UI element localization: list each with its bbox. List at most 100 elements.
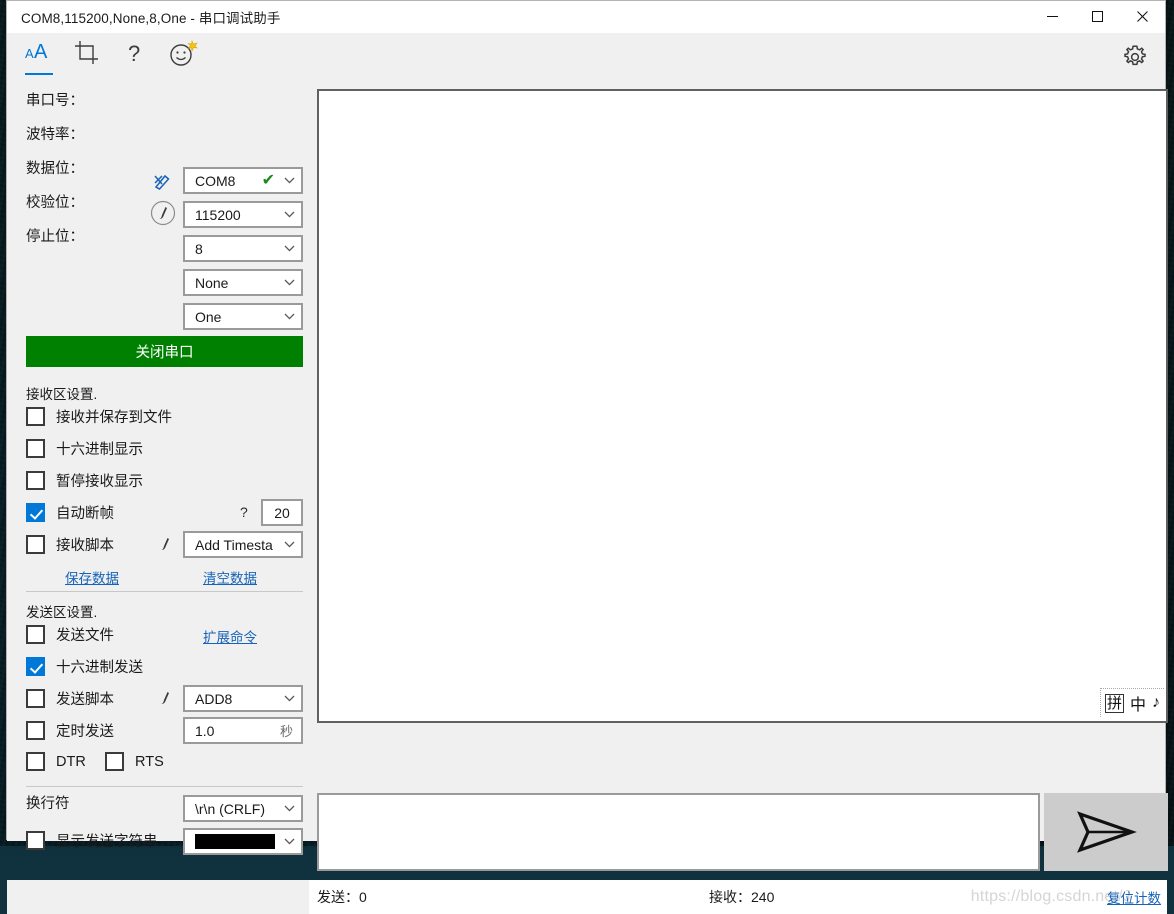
checkbox-show-send-string[interactable]: 显示发送字符串 [26,830,158,851]
data-bits-combo[interactable]: 8 [183,235,303,262]
checkbox-box[interactable] [26,407,45,426]
settings-gear-button[interactable] [1119,41,1151,73]
serial-debug-assistant-window: COM8,115200,None,8,One - 串口调试助手 A A [6,0,1166,840]
parity-combo[interactable]: None [183,269,303,296]
font-size-icon[interactable]: A A [15,33,63,80]
send-interval-value: 1.0 [195,723,280,739]
checkbox-label: 发送文件 [56,624,114,645]
clear-data-link[interactable]: 清空数据 [203,567,257,587]
minimize-button[interactable] [1030,1,1075,32]
parity-value: None [195,275,281,291]
send-arrow-icon [1075,810,1137,854]
send-text-input[interactable] [317,793,1040,871]
ime-status-indicator: 拼 中 ♪ [1100,688,1164,717]
checkbox-rts[interactable]: RTS [105,752,164,771]
checkbox-box[interactable] [26,752,45,771]
checkbox-label: 十六进制显示 [56,438,143,459]
smiley-icon[interactable] [159,33,207,80]
data-bits-label: 数据位： [26,157,84,178]
send-button[interactable] [1044,793,1168,871]
checkbox-box[interactable] [26,503,45,522]
chevron-down-icon [281,279,297,286]
checkbox-box[interactable] [26,831,45,850]
extend-command-link[interactable]: 扩展命令 [203,626,257,646]
baud-rate-label: 波特率： [26,123,84,144]
checkbox-auto-frame-break[interactable]: 自动断帧 [26,502,114,523]
sidebar-divider-2 [26,786,303,787]
receive-script-combo[interactable]: Add Timesta [183,531,303,558]
data-bits-label-row: 数据位： [26,157,84,178]
help-icon[interactable]: ? [111,33,159,80]
checkbox-label: 接收并保存到文件 [56,406,172,427]
checkbox-dtr[interactable]: DTR [26,752,86,771]
send-script-edit-icon[interactable] [155,687,177,714]
checkbox-send-script[interactable]: 发送脚本 [26,688,114,709]
receive-script-edit-icon[interactable] [155,533,177,560]
receive-text-area[interactable]: 拼 中 ♪ [317,89,1168,723]
baud-rate-edit-icon[interactable] [150,200,176,231]
crop-icon[interactable] [63,33,111,80]
checkbox-label: 暂停接收显示 [56,470,143,491]
ime-language[interactable]: 中 [1130,691,1146,715]
newline-value: \r\n (CRLF) [195,801,281,817]
reset-counter-link[interactable]: 复位计数 [1107,887,1161,907]
close-button[interactable] [1120,1,1165,32]
checkbox-save-to-file[interactable]: 接收并保存到文件 [26,406,172,427]
checkbox-box[interactable] [26,439,45,458]
data-bits-value: 8 [195,241,281,257]
svg-text:A: A [34,41,48,63]
send-script-combo[interactable]: ADD8 [183,685,303,712]
ime-mode-box[interactable]: 拼 [1105,694,1124,713]
checkbox-box[interactable] [26,535,45,554]
sidebar-bottom-strip [7,880,309,914]
received-bytes-status: 接收：240 [709,887,774,907]
checkbox-send-file[interactable]: 发送文件 [26,624,114,645]
checkbox-pause-display[interactable]: 暂停接收显示 [26,470,143,491]
checkbox-box[interactable] [26,721,45,740]
port-number-value: COM8 [195,173,262,189]
baud-rate-combo[interactable]: 115200 [183,201,303,228]
save-data-link[interactable]: 保存数据 [65,567,119,587]
frame-break-help-icon[interactable]: ? [240,504,248,520]
toolbar: A A ? [7,33,1165,80]
maximize-button[interactable] [1075,1,1120,32]
checkbox-hex-display[interactable]: 十六进制显示 [26,438,143,459]
sidebar-divider-1 [26,591,303,592]
chevron-down-icon [281,838,297,845]
send-script-value: ADD8 [195,691,281,707]
stop-bits-value: One [195,309,281,325]
send-settings-title: 发送区设置. [26,601,97,621]
newline-combo[interactable]: \r\n (CRLF) [183,795,303,822]
stop-bits-combo[interactable]: One [183,303,303,330]
port-number-combo[interactable]: COM8 ✔ [183,167,303,194]
frame-timeout-input[interactable]: 20 [261,499,303,526]
send-interval-input[interactable]: 1.0 秒 [183,717,303,744]
window-title: COM8,115200,None,8,One - 串口调试助手 [21,7,280,27]
main-content: 串口号： COM8 ✔ 波特率： [7,80,1165,841]
send-interval-unit: 秒 [280,721,293,740]
receive-settings-title: 接收区设置. [26,383,97,403]
checkbox-box[interactable] [26,689,45,708]
active-tab-underline [25,73,53,75]
checkbox-label: 自动断帧 [56,502,114,523]
sent-bytes-status: 发送：0 [317,887,367,907]
parity-label-row: 校验位： [26,191,84,212]
baud-rate-label-row: 波特率： [26,123,84,144]
port-refresh-icon[interactable] [152,170,174,197]
chevron-down-icon [281,541,297,548]
checkbox-box[interactable] [105,752,124,771]
chevron-down-icon [281,177,297,184]
checkbox-box[interactable] [26,625,45,644]
checkbox-label: 十六进制发送 [56,656,143,677]
checkbox-box[interactable] [26,471,45,490]
chevron-down-icon [281,211,297,218]
checkbox-receive-script[interactable]: 接收脚本 [26,534,114,555]
toggle-serial-port-button[interactable]: 关闭串口 [26,336,303,367]
checkbox-timed-send[interactable]: 定时发送 [26,720,114,741]
checkbox-hex-send[interactable]: 十六进制发送 [26,656,143,677]
stop-bits-label-row: 停止位： [26,225,84,246]
checkbox-box[interactable] [26,657,45,676]
checkbox-label: RTS [135,754,164,770]
ime-extra-icon[interactable]: ♪ [1152,694,1160,712]
text-color-combo[interactable] [183,828,303,855]
